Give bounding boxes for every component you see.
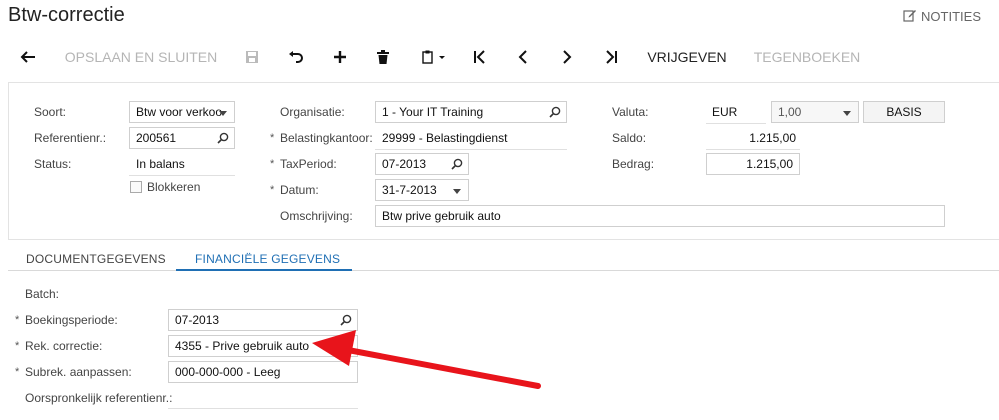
notes-button[interactable]: NOTITIES xyxy=(903,8,981,25)
trash-icon xyxy=(377,50,389,64)
datum-input[interactable]: 31-7-2013 xyxy=(375,179,469,201)
chevron-down-icon xyxy=(219,111,227,116)
omschrijving-input[interactable]: Btw prive gebruik auto xyxy=(375,205,945,227)
currency-underline xyxy=(706,123,766,124)
currency-value: EUR xyxy=(712,105,738,119)
blokkeren-label: Blokkeren xyxy=(147,180,201,194)
search-icon[interactable] xyxy=(340,340,352,355)
active-tab-indicator xyxy=(176,269,352,271)
rek-correctie-value: 4355 - Prive gebruik auto xyxy=(175,339,310,353)
previous-record-button[interactable] xyxy=(509,40,537,74)
search-icon[interactable] xyxy=(340,314,352,329)
required-marker: * xyxy=(15,314,20,326)
blokkeren-checkbox[interactable] xyxy=(130,181,142,193)
clipboard-icon xyxy=(422,50,445,64)
search-icon[interactable] xyxy=(217,132,229,147)
subrek-label: Subrek. aanpassen: xyxy=(25,365,132,379)
release-button[interactable]: VRIJGEVEN xyxy=(642,40,732,74)
subrek-input[interactable]: 000-000-000 - Leeg xyxy=(168,361,358,383)
referentie-value: 200561 xyxy=(136,131,177,145)
status-underline xyxy=(129,175,235,176)
datum-value: 31-7-2013 xyxy=(382,183,437,197)
required-marker: * xyxy=(270,184,275,196)
omschrijving-label: Omschrijving: xyxy=(280,209,353,223)
taxperiod-input[interactable]: 07-2013 xyxy=(375,153,469,175)
last-record-button[interactable] xyxy=(597,40,625,74)
search-icon[interactable] xyxy=(451,158,463,173)
oorspronkelijk-label: Oorspronkelijk referentienr.: xyxy=(25,391,173,405)
tab-bar: DOCUMENTGEGEVENS FINANCIËLE GEGEVENS xyxy=(8,246,999,271)
undo-button[interactable] xyxy=(282,40,310,74)
belastingkantoor-label: Belastingkantoor: xyxy=(280,131,373,145)
valuta-label: Valuta: xyxy=(612,105,649,119)
status-value: In balans xyxy=(136,157,185,171)
soort-value: Btw voor verkoo xyxy=(136,105,223,119)
referentie-input[interactable]: 200561 xyxy=(129,127,235,149)
bedrag-input[interactable]: 1.215,00 xyxy=(706,153,800,175)
last-icon xyxy=(606,50,617,64)
required-marker: * xyxy=(270,132,275,144)
chevron-down-icon xyxy=(843,111,851,116)
required-marker: * xyxy=(15,366,20,378)
toolbar: OPSLAAN EN SLUITEN VRIJGEVEN TEGENBOEKEN xyxy=(0,40,999,74)
boekingsperiode-value: 07-2013 xyxy=(175,313,220,327)
belastingkantoor-underline xyxy=(375,149,567,150)
soort-select[interactable]: Btw voor verkoo xyxy=(129,101,235,123)
referentie-label: Referentienr.: xyxy=(34,131,107,145)
rek-correctie-label: Rek. correctie: xyxy=(25,339,103,353)
taxperiod-value: 07-2013 xyxy=(382,157,427,171)
notes-label: NOTITIES xyxy=(921,9,981,24)
delete-button[interactable] xyxy=(369,40,397,74)
back-arrow-icon xyxy=(20,51,35,63)
boekingsperiode-input[interactable]: 07-2013 xyxy=(168,309,358,331)
required-marker: * xyxy=(15,340,20,352)
chevron-down-icon[interactable] xyxy=(453,189,461,194)
rate-select[interactable]: 1,00 xyxy=(771,101,859,123)
back-button[interactable] xyxy=(14,40,42,74)
search-icon[interactable] xyxy=(549,106,561,121)
boekingsperiode-label: Boekingsperiode: xyxy=(25,313,118,327)
status-label: Status: xyxy=(34,157,72,171)
save-button[interactable] xyxy=(238,40,266,74)
rek-correctie-input[interactable]: 4355 - Prive gebruik auto xyxy=(168,335,358,357)
undo-icon xyxy=(289,51,303,63)
rate-value: 1,00 xyxy=(778,105,802,119)
belastingkantoor-value: 29999 - Belastingdienst xyxy=(382,131,508,145)
save-icon xyxy=(246,51,258,63)
saldo-value: 1.215,00 xyxy=(749,131,796,145)
saldo-underline xyxy=(706,149,800,150)
copy-paste-button[interactable] xyxy=(414,40,454,74)
add-button[interactable] xyxy=(326,40,354,74)
document-header-panel: Soort: Btw voor verkoo Referentienr.: 20… xyxy=(8,82,999,240)
taxperiod-label: TaxPeriod: xyxy=(280,157,337,171)
bedrag-label: Bedrag: xyxy=(612,157,655,171)
note-edit-icon xyxy=(903,8,917,25)
saldo-label: Saldo: xyxy=(612,131,647,145)
chevron-left-icon xyxy=(518,50,527,64)
organisatie-label: Organisatie: xyxy=(280,105,345,119)
required-marker: * xyxy=(270,158,275,170)
tab-financiele-gegevens[interactable]: FINANCIËLE GEGEVENS xyxy=(195,252,340,266)
next-record-button[interactable] xyxy=(553,40,581,74)
first-icon xyxy=(474,50,485,64)
organisatie-input[interactable]: 1 - Your IT Training xyxy=(375,101,567,123)
organisatie-value: 1 - Your IT Training xyxy=(382,105,484,119)
page-title: Btw-correctie xyxy=(8,4,125,26)
batch-label: Batch: xyxy=(25,287,60,301)
reverse-button[interactable]: TEGENBOEKEN xyxy=(750,40,864,74)
datum-label: Datum: xyxy=(280,183,319,197)
chevron-right-icon xyxy=(563,50,572,64)
tab-documentgegevens[interactable]: DOCUMENTGEGEVENS xyxy=(26,252,166,266)
first-record-button[interactable] xyxy=(466,40,494,74)
soort-label: Soort: xyxy=(34,105,67,119)
plus-icon xyxy=(334,51,346,63)
omschrijving-value: Btw prive gebruik auto xyxy=(382,209,501,223)
oorspronkelijk-underline xyxy=(168,408,358,409)
save-close-button[interactable]: OPSLAAN EN SLUITEN xyxy=(62,40,220,74)
subrek-value: 000-000-000 - Leeg xyxy=(175,365,281,379)
basis-button[interactable]: BASIS xyxy=(863,101,945,123)
